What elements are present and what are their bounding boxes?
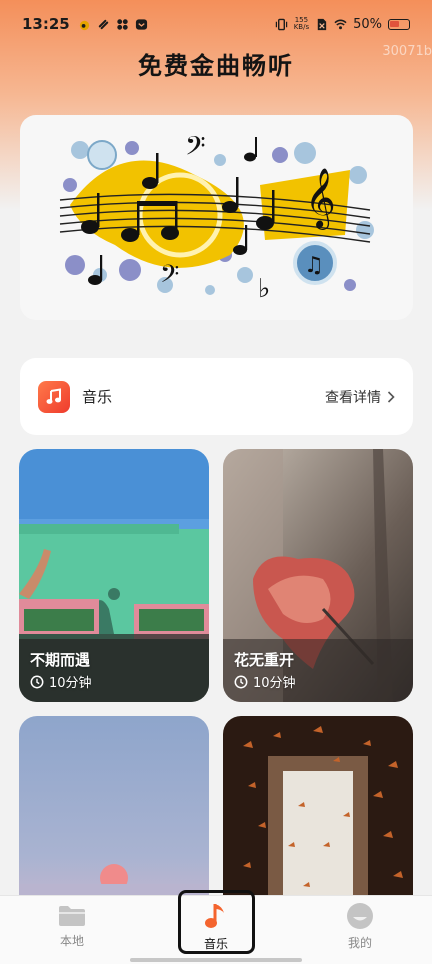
svg-text:𝄢: 𝄢 [185, 130, 206, 168]
tile-title: 不期而遇 [30, 651, 91, 669]
home-indicator[interactable] [130, 958, 302, 962]
link-icon [98, 19, 108, 29]
svg-text:♫: ♫ [304, 253, 324, 278]
status-bar: 13:25 155 KB/s 50% [0, 0, 432, 48]
net-speed: 155 KB/s [294, 17, 309, 31]
profile-icon [347, 902, 373, 929]
wifi-icon [334, 19, 347, 29]
chevron-right-icon [387, 390, 395, 403]
nav-music-label: 音乐 [203, 936, 228, 951]
message-icon [135, 18, 147, 30]
tile-duration: 10分钟 [234, 672, 296, 691]
tile-buqi-eryu[interactable]: 不期而遇 10分钟 [19, 449, 209, 702]
svg-text:𝄞: 𝄞 [305, 168, 336, 230]
no-sim-icon [317, 18, 327, 30]
tile-sunset[interactable] [19, 716, 209, 916]
status-time: 13:25 [22, 15, 70, 33]
folder-icon [59, 905, 85, 926]
clock-icon [30, 675, 44, 688]
tile-duration-label: 10分钟 [49, 676, 92, 691]
clock-icon [234, 675, 248, 688]
battery-percent: 50% [353, 16, 382, 32]
music-card-label: 音乐 [82, 388, 113, 406]
tile-title: 花无重开 [234, 651, 295, 669]
page-title: 免费金曲畅听 [138, 52, 294, 80]
view-details-label: 查看详情 [325, 389, 381, 406]
music-note-icon [205, 903, 224, 928]
svg-text:♭: ♭ [258, 274, 270, 304]
tile-image [223, 716, 413, 916]
bottom-navigation: 本地 音乐 我的 [0, 895, 432, 964]
tile-huawu-chongkai[interactable]: 花无重开 10分钟 [223, 449, 413, 702]
view-details-link[interactable]: 查看详情 [325, 387, 395, 407]
banner-illustration: 𝄢 𝄢 𝄞 ♭ ♫ [59, 130, 374, 304]
nav-mine-label: 我的 [347, 935, 372, 950]
vibrate-icon [275, 18, 287, 30]
net-speed-unit: KB/s [293, 23, 310, 31]
music-banner-image[interactable]: 𝄢 𝄢 𝄞 ♭ ♫ [20, 115, 413, 320]
tile-duration: 10分钟 [30, 672, 92, 691]
nav-local-label: 本地 [59, 933, 84, 948]
status-right: 155 KB/s 50% [275, 17, 410, 32]
tile-duration-label: 10分钟 [253, 676, 296, 691]
nav-music[interactable]: 音乐 [161, 896, 271, 956]
nav-mine[interactable]: 我的 [305, 896, 415, 956]
notification-icons [78, 18, 148, 31]
svg-text:𝄢: 𝄢 [160, 260, 179, 295]
tile-image [19, 716, 209, 916]
weibo-icon [79, 20, 89, 30]
app-grid-icon [117, 18, 128, 30]
battery-icon [388, 18, 410, 30]
music-app-icon [38, 380, 70, 413]
nav-local[interactable]: 本地 [17, 896, 127, 956]
tile-butterflies[interactable] [223, 716, 413, 916]
music-category-card[interactable]: 音乐 查看详情 [20, 358, 413, 435]
